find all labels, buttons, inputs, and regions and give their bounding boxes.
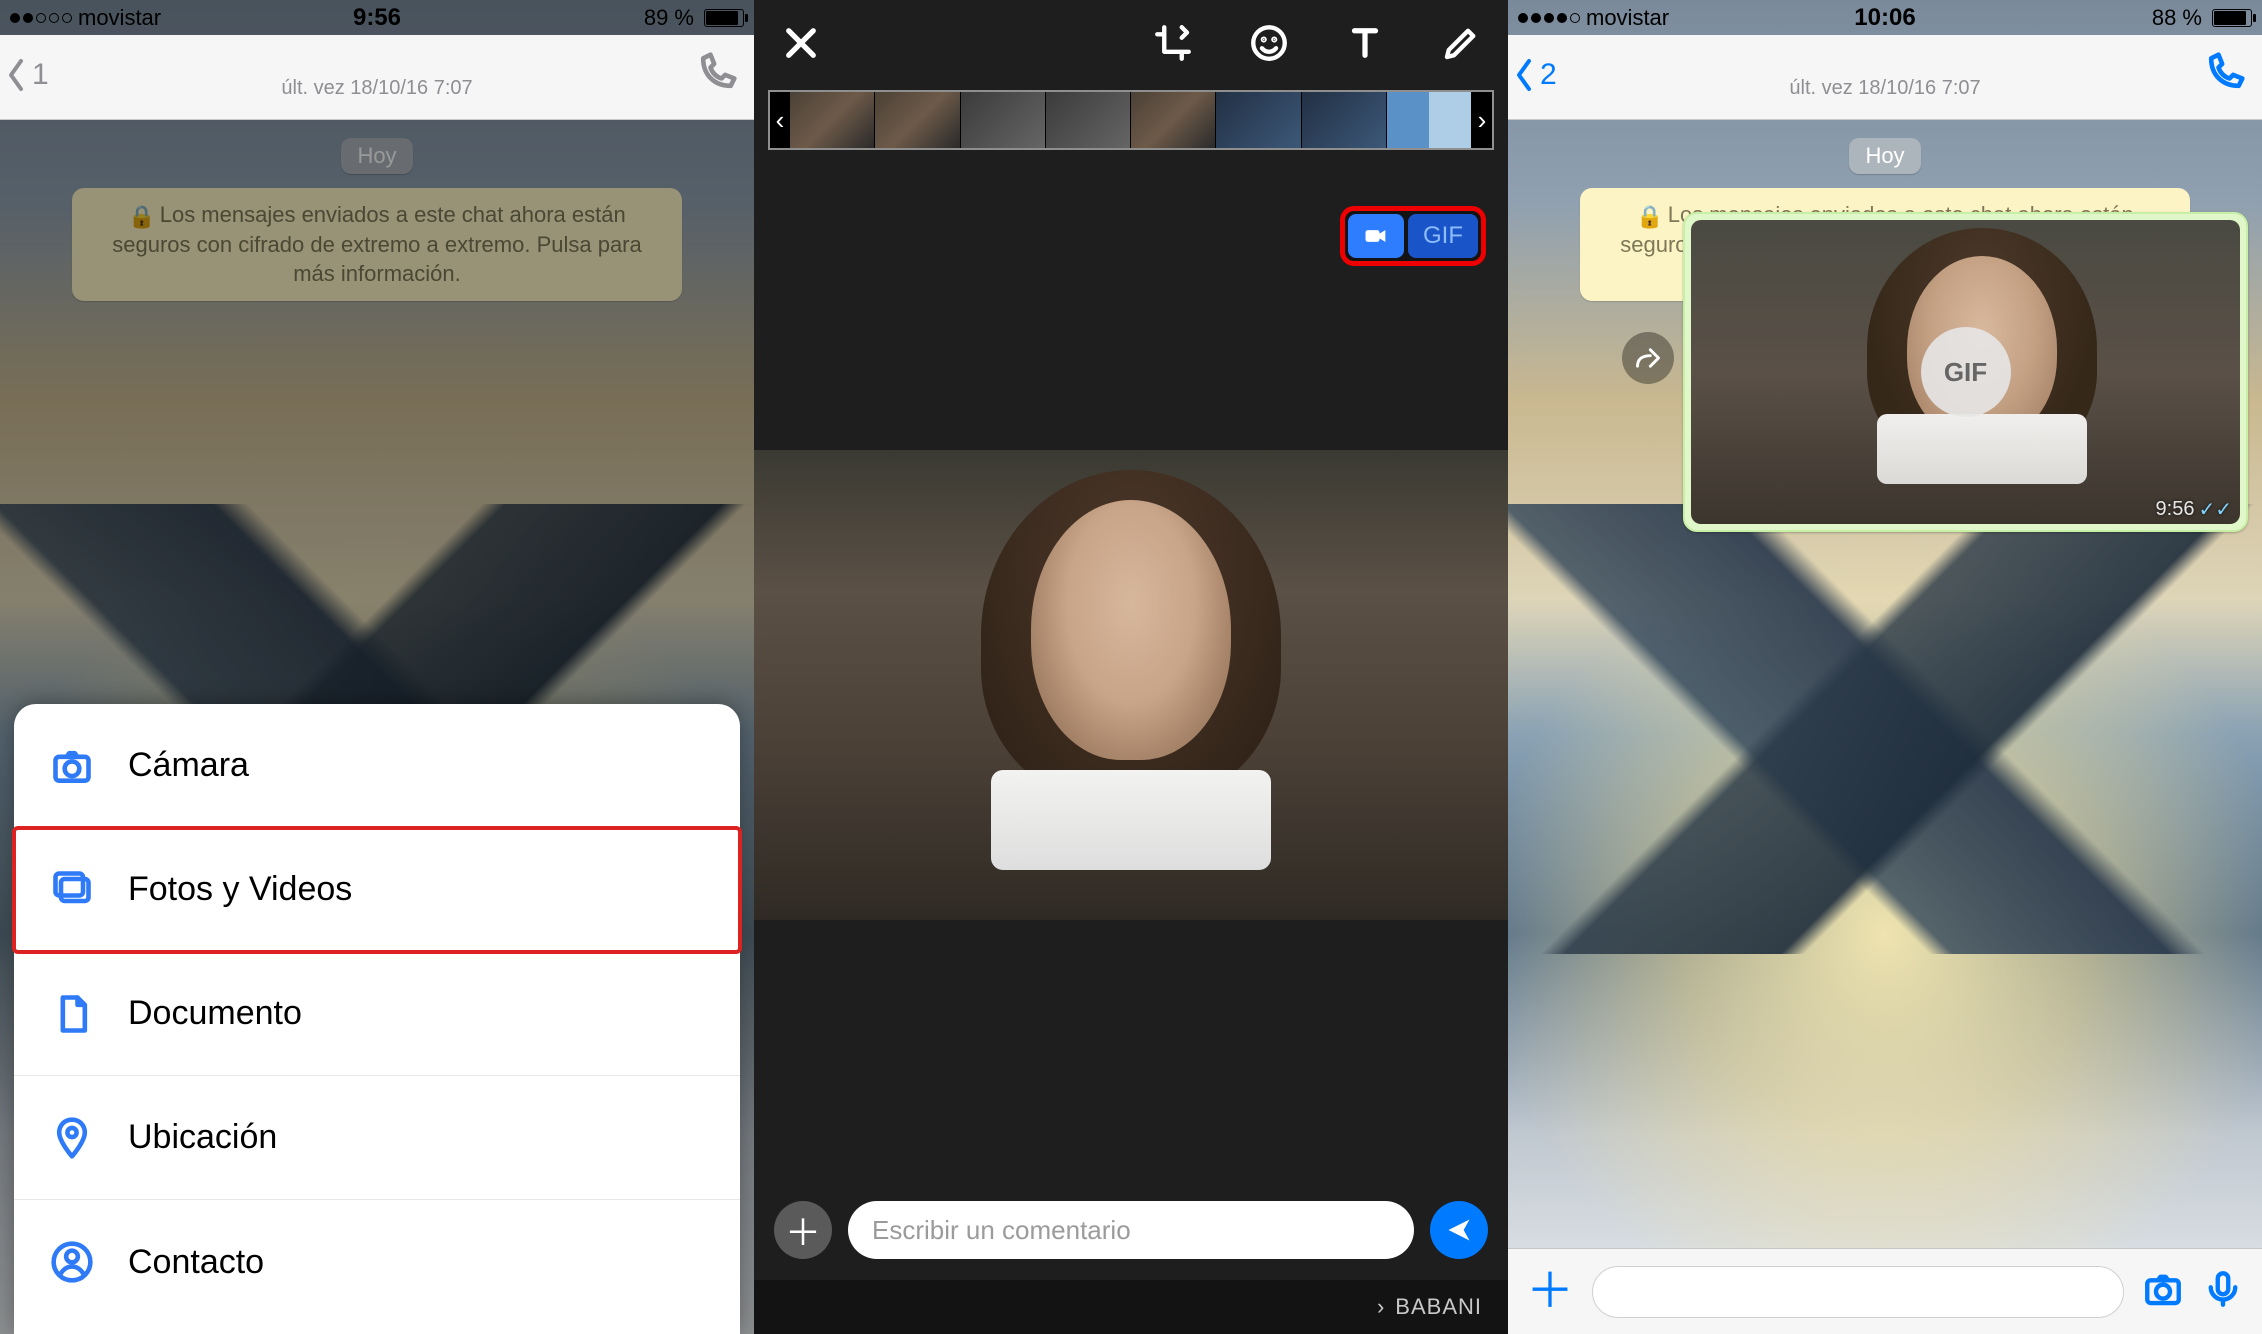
camera-icon <box>50 744 94 788</box>
screenshot-video-editor: ‹ › GIF ＋ Escribir un comentario › BABAN… <box>754 0 1508 1334</box>
last-seen-label: últ. vez 18/10/16 7:07 <box>0 77 754 100</box>
sheet-item-location[interactable]: Ubicación <box>14 1076 740 1200</box>
crop-rotate-button[interactable] <box>1152 22 1194 69</box>
last-seen-label: últ. vez 18/10/16 7:07 <box>1508 77 2262 100</box>
add-media-button[interactable]: ＋ <box>774 1201 832 1259</box>
status-bar: movistar 9:56 89 % <box>0 0 754 35</box>
sheet-label: Fotos y Videos <box>128 870 352 909</box>
trim-handle-right[interactable]: › <box>1472 92 1492 148</box>
video-mode-button[interactable] <box>1348 214 1404 258</box>
status-time: 10:06 <box>1508 4 2262 32</box>
mic-button[interactable] <box>2202 1268 2244 1315</box>
caption-bar: ＋ Escribir un comentario <box>754 1184 1508 1276</box>
status-time: 9:56 <box>0 4 754 32</box>
film-frame <box>1302 92 1387 148</box>
day-chip: Hoy <box>1849 138 1920 174</box>
preview-held-phone <box>991 770 1271 870</box>
caption-placeholder: Escribir un comentario <box>872 1215 1131 1246</box>
emoji-button[interactable] <box>1248 22 1290 69</box>
screenshot-chat-with-gif: movistar 10:06 88 % 2 últ. vez 18/10/16 … <box>1508 0 2262 1334</box>
camera-button[interactable] <box>2142 1268 2184 1315</box>
gif-mode-button[interactable]: GIF <box>1408 214 1478 258</box>
attachment-action-sheet: Cámara Fotos y Videos Documento Ubicació… <box>14 704 740 1334</box>
location-icon <box>50 1116 94 1160</box>
forward-button[interactable] <box>1622 332 1674 384</box>
text-tool-button[interactable] <box>1344 22 1386 69</box>
trim-handle-left[interactable]: ‹ <box>770 92 790 148</box>
film-frame <box>1387 92 1472 148</box>
send-button[interactable] <box>1430 1201 1488 1259</box>
message-input-bar: ＋ <box>1508 1248 2262 1334</box>
document-icon <box>50 992 94 1036</box>
sheet-label: Documento <box>128 994 302 1033</box>
contact-icon <box>50 1240 94 1284</box>
chat-header: 1 últ. vez 18/10/16 7:07 <box>0 35 754 120</box>
film-frame <box>790 92 875 148</box>
video-gif-toggle[interactable]: GIF <box>1344 210 1482 262</box>
film-frame <box>875 92 960 148</box>
sheet-item-document[interactable]: Documento <box>14 952 740 1076</box>
sheet-label: Ubicación <box>128 1118 277 1157</box>
video-preview[interactable] <box>754 450 1508 920</box>
read-checks-icon: ✓✓ <box>2198 497 2232 522</box>
gif-held-phone <box>1877 414 2087 484</box>
close-button[interactable] <box>780 22 822 69</box>
chat-header: 2 últ. vez 18/10/16 7:07 <box>1508 35 2262 120</box>
caption-input[interactable]: Escribir un comentario <box>848 1201 1414 1259</box>
message-time: 9:56 ✓✓ <box>2156 497 2232 522</box>
message-input[interactable] <box>1592 1266 2124 1318</box>
film-frame <box>961 92 1046 148</box>
sheet-item-photos-videos[interactable]: Fotos y Videos <box>14 828 740 952</box>
film-frame <box>1216 92 1301 148</box>
gif-badge: GIF <box>1921 327 2011 417</box>
film-frame <box>1046 92 1131 148</box>
video-trim-strip[interactable]: ‹ › <box>768 90 1494 150</box>
sheet-item-camera[interactable]: Cámara <box>14 704 740 828</box>
editor-toolbar <box>754 0 1508 90</box>
draw-tool-button[interactable] <box>1440 22 1482 69</box>
photos-icon <box>50 868 94 912</box>
attach-button[interactable]: ＋ <box>1526 1268 1574 1316</box>
film-frame <box>1131 92 1216 148</box>
recipient-name: BABANI <box>1395 1294 1482 1320</box>
chevron-right-icon: › <box>1377 1294 1385 1320</box>
sent-gif-bubble[interactable]: GIF 9:56 ✓✓ <box>1683 212 2248 532</box>
battery-icon <box>704 9 744 27</box>
sheet-label: Contacto <box>128 1243 264 1282</box>
chat-area[interactable]: Hoy 🔒Los mensajes enviados a este chat a… <box>1508 122 2262 1334</box>
battery-icon <box>2212 9 2252 27</box>
preview-face <box>1031 500 1231 760</box>
sheet-item-contact[interactable]: Contacto <box>14 1200 740 1324</box>
recipient-bar: › BABANI <box>754 1280 1508 1334</box>
time-value: 9:56 <box>2156 498 2195 521</box>
sheet-label: Cámara <box>128 746 249 785</box>
screenshot-attachment-sheet: movistar 9:56 89 % 1 últ. vez 18/10/16 7… <box>0 0 754 1334</box>
lock-icon: 🔒 <box>1636 202 1663 232</box>
status-bar: movistar 10:06 88 % <box>1508 0 2262 35</box>
